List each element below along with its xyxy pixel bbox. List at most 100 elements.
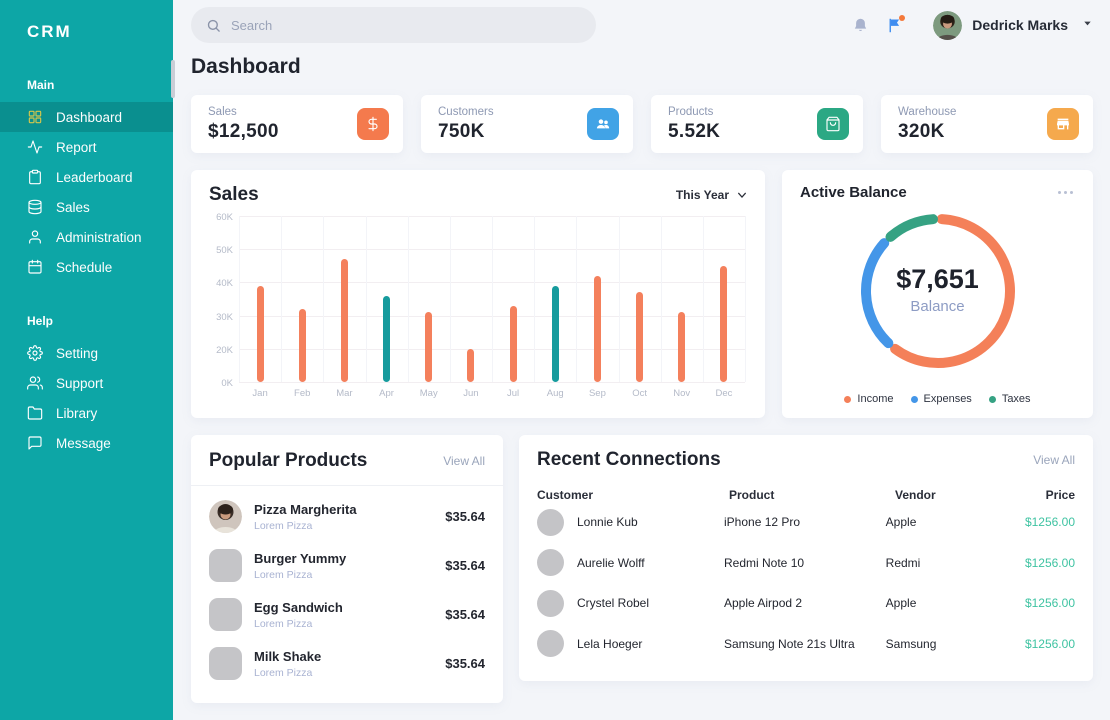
x-axis-label: Apr <box>379 388 394 399</box>
sidebar-item-leaderboard[interactable]: Leaderboard <box>0 162 173 192</box>
bar-chart-plot <box>239 216 746 383</box>
more-options-icon[interactable] <box>1056 187 1075 198</box>
connections-view-all-link[interactable]: View All <box>1033 453 1075 467</box>
product-subtitle: Lorem Pizza <box>254 519 313 532</box>
y-axis-label: 30K <box>216 311 233 323</box>
sidebar-item-label: Library <box>56 405 98 421</box>
chart-range-label: This Year <box>675 188 729 202</box>
active-balance-title: Active Balance <box>800 184 907 201</box>
product-subtitle: Lorem Pizza <box>254 617 313 630</box>
setting-icon <box>27 345 43 361</box>
bar-dec <box>720 265 728 382</box>
sidebar-item-label: Report <box>56 139 97 155</box>
active-balance-header: Active Balance <box>800 184 1075 201</box>
product-name: Pizza Margherita <box>254 501 357 517</box>
flag-notification-button[interactable] <box>886 14 906 34</box>
product-list-item[interactable]: Pizza Margherita Lorem Pizza $35.64 <box>209 492 485 541</box>
gridline <box>534 216 536 382</box>
report-icon <box>27 139 43 155</box>
product-info: Burger Yummy Lorem Pizza <box>254 551 346 581</box>
x-axis-label: Dec <box>715 388 733 399</box>
customer-name: Lela Hoeger <box>577 636 643 651</box>
table-row[interactable]: Aurelie Wolff Redmi Note 10 Redmi $1256.00 <box>537 543 1075 584</box>
sidebar-item-message[interactable]: Message <box>0 428 173 458</box>
product-info: Pizza Margherita Lorem Pizza <box>254 502 357 532</box>
sidebar-item-label: Sales <box>56 199 90 215</box>
main-content: Dedrick Marks Dashboard Sales $12,500 Cust… <box>173 0 1110 720</box>
table-row[interactable]: Lela Hoeger Samsung Note 21s Ultra Samsung… <box>537 624 1075 665</box>
popular-products-header: Popular Products View All <box>191 435 503 486</box>
sidebar-item-dashboard[interactable]: Dashboard <box>0 102 173 132</box>
gridline <box>745 216 746 382</box>
legend-dot <box>910 395 918 403</box>
sales-chart-card: Sales This Year 60K 50K 40K 30K 20K 0K Jan Feb M… <box>191 170 765 418</box>
product-list-item[interactable]: Egg Sandwich Lorem Pizza $35.64 <box>209 590 485 639</box>
product-name: Egg Sandwich <box>254 599 343 615</box>
legend-item-income: Income <box>844 393 894 405</box>
product-list-item[interactable]: Milk Shake Lorem Pizza $35.64 <box>209 639 485 688</box>
search-input[interactable] <box>231 17 581 33</box>
legend-item-taxes: Taxes <box>988 393 1031 405</box>
products-view-all-link[interactable]: View All <box>443 454 485 468</box>
table-row[interactable]: Crystel Robel Apple Airpod 2 Apple $1256.00 <box>537 583 1075 624</box>
sidebar-item-schedule[interactable]: Schedule <box>0 252 173 282</box>
bell-icon <box>855 18 867 31</box>
price-cell: $1256.00 <box>1024 515 1075 530</box>
customer-avatar <box>537 508 564 536</box>
topbar: Dedrick Marks <box>191 0 1093 50</box>
vendor-cell: Apple <box>885 515 917 530</box>
vendor-cell: Samsung <box>885 636 937 651</box>
stat-label: Warehouse <box>898 105 957 118</box>
y-axis-label: 0K <box>221 378 233 389</box>
sidebar-item-setting[interactable]: Setting <box>0 338 173 368</box>
stat-value: $12,500 <box>208 120 279 142</box>
sidebar-item-label: Message <box>56 435 111 451</box>
sidebar-item-label: Support <box>56 375 104 391</box>
product-cell: Redmi Note 10 <box>724 555 805 570</box>
popular-products-title: Popular Products <box>209 450 368 471</box>
recent-connections-header: Recent Connections View All <box>537 449 1075 471</box>
stat-value: 320K <box>898 120 945 142</box>
balance-legend: Income Expenses Taxes <box>782 393 1093 405</box>
sidebar-item-library[interactable]: Library <box>0 398 173 428</box>
stat-card-sales: Sales $12,500 <box>191 95 403 153</box>
sidebar-item-sales[interactable]: Sales <box>0 192 173 222</box>
vendor-cell: Apple <box>885 596 917 611</box>
warehouse-icon <box>1047 108 1079 140</box>
sidebar-item-support[interactable]: Support <box>0 368 173 398</box>
product-list-item[interactable]: Burger Yummy Lorem Pizza $35.64 <box>209 541 485 590</box>
customer-avatar <box>537 549 564 577</box>
x-axis-label: Jul <box>507 388 520 399</box>
legend-label: Taxes <box>1001 393 1031 405</box>
product-cell: Apple Airpod 2 <box>724 596 803 611</box>
y-axis-label: 20K <box>216 344 233 356</box>
x-axis-label: Jun <box>463 388 479 399</box>
table-row[interactable]: Lonnie Kub iPhone 12 Pro Apple $1256.00 <box>537 502 1075 543</box>
customer-cell: Crystel Robel <box>537 589 724 617</box>
customer-name: Crystel Robel <box>577 596 650 611</box>
user-name: Dedrick Marks <box>972 17 1068 33</box>
sidebar: CRM Main Dashboard Report Leaderboard Sales A… <box>0 0 175 720</box>
vendor-cell: Redmi <box>885 555 921 570</box>
product-list: Pizza Margherita Lorem Pizza $35.64 Burger … <box>191 486 503 688</box>
product-thumbnail-placeholder <box>209 598 242 631</box>
donut-segment-taxes <box>884 214 938 242</box>
sidebar-item-report[interactable]: Report <box>0 132 173 162</box>
customers-icon <box>587 108 619 140</box>
chart-range-select[interactable]: This Year <box>676 188 747 202</box>
user-menu[interactable]: Dedrick Marks <box>933 10 1093 40</box>
notifications-bell-button[interactable] <box>852 17 869 34</box>
stat-label: Sales <box>208 105 237 118</box>
y-axis-label: 50K <box>216 245 233 257</box>
sidebar-item-label: Dashboard <box>56 109 123 125</box>
sales-chart-title: Sales <box>209 184 259 205</box>
product-subtitle: Lorem Pizza <box>254 568 313 581</box>
dollar-icon <box>357 108 389 140</box>
bar-jan <box>256 285 264 382</box>
schedule-icon <box>27 259 43 275</box>
product-name: Milk Shake <box>254 648 322 664</box>
administration-icon <box>27 229 43 245</box>
gridline <box>660 216 662 382</box>
customer-cell: Lela Hoeger <box>537 630 724 658</box>
sidebar-item-administration[interactable]: Administration <box>0 222 173 252</box>
